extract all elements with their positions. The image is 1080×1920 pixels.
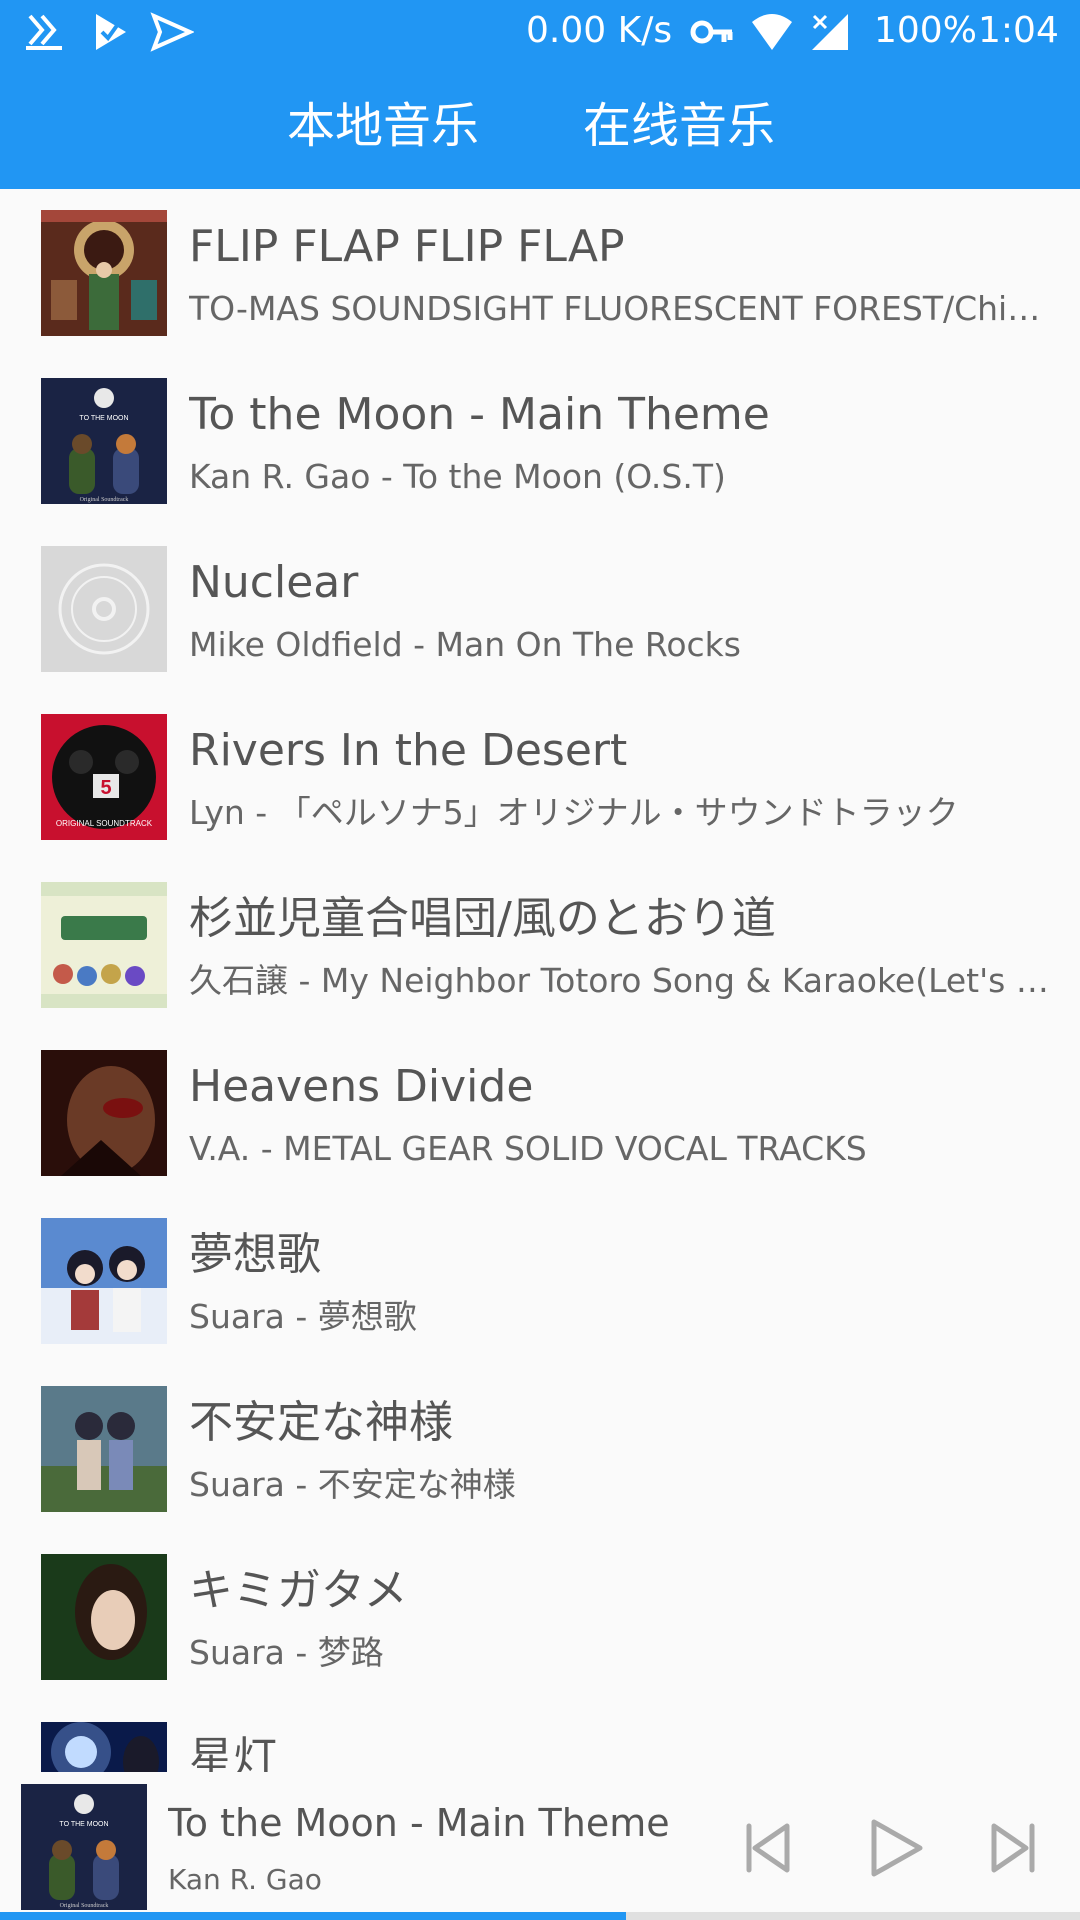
song-subtitle: Suara - 夢想歌 [189, 1297, 417, 1336]
play-icon[interactable] [860, 1812, 932, 1884]
song-title: To the Moon - Main Theme [189, 389, 770, 440]
song-title: Rivers In the Desert [189, 725, 628, 776]
download-icon [26, 14, 62, 50]
now-playing-artist: Kan R. Gao [168, 1863, 322, 1896]
song-subtitle: Mike Oldfield - Man On The Rocks [189, 625, 741, 664]
send-icon [150, 12, 194, 52]
now-playing-title: To the Moon - Main Theme [168, 1801, 670, 1845]
check-flag-icon [96, 14, 126, 50]
cover-caption: Original Soundtrack [60, 1903, 109, 1909]
album-cover: TO THE MOON Original Soundtrack [41, 378, 167, 504]
album-cover [41, 1554, 167, 1680]
song-subtitle: Lyn - 「ペルソナ5」オリジナル・サウンドトラック [189, 793, 959, 832]
cover-text: TO THE MOON [59, 1821, 108, 1828]
next-icon[interactable] [976, 1812, 1048, 1884]
song-row[interactable]: Nuclear Mike Oldfield - Man On The Rocks [0, 525, 1080, 693]
wifi-icon [752, 14, 792, 50]
cover-text: TO THE MOON [79, 415, 128, 422]
net-speed: 0.00 K/s [526, 10, 673, 51]
song-subtitle: 久石譲 - My Neighbor Totoro Song & Karaoke(… [189, 961, 1069, 1000]
cover-caption: Original Soundtrack [80, 497, 129, 503]
default-disc-icon [41, 546, 167, 672]
app-bar: 0.00 K/s 100% 1:04 本地音乐 在线音乐 [0, 0, 1080, 189]
song-title: 杉並児童合唱団/風のとおり道 [189, 893, 776, 944]
song-row[interactable]: 杉並児童合唱団/風のとおり道 久石譲 - My Neighbor Totoro … [0, 861, 1080, 1029]
now-playing-cover[interactable]: TO THE MOON Original Soundtrack [21, 1784, 147, 1910]
song-title: FLIP FLAP FLIP FLAP [189, 221, 625, 272]
song-row[interactable]: キミガタメ Suara - 梦路 [0, 1533, 1080, 1701]
mini-player[interactable]: TO THE MOON Original Soundtrack To the M… [0, 1772, 1080, 1920]
tab-local-music[interactable]: 本地音乐 [287, 94, 479, 158]
song-subtitle: TO-MAS SOUNDSIGHT FLUORESCENT FOREST/Chi… [189, 289, 1041, 328]
song-title: Nuclear [189, 557, 359, 608]
cell-signal-icon [812, 14, 848, 50]
album-cover [41, 210, 167, 336]
song-title: 星灯 [189, 1733, 277, 1772]
svg-text:5: 5 [100, 777, 111, 799]
tab-online-music[interactable]: 在线音乐 [583, 94, 775, 158]
song-subtitle: V.A. - METAL GEAR SOLID VOCAL TRACKS [189, 1129, 867, 1168]
progress-fill [0, 1912, 627, 1920]
song-title: 夢想歌 [189, 1229, 321, 1280]
song-title: 不安定な神様 [189, 1397, 453, 1448]
song-row[interactable]: TO THE MOON Original Soundtrack To the M… [0, 357, 1080, 525]
song-title: Heavens Divide [189, 1061, 534, 1112]
status-bar: 0.00 K/s 100% 1:04 [0, 0, 1080, 64]
song-list[interactable]: FLIP FLAP FLIP FLAP TO-MAS SOUNDSIGHT FL… [0, 189, 1080, 1772]
song-row[interactable]: 5 ORIGINAL SOUNDTRACK Rivers In the Dese… [0, 693, 1080, 861]
album-cover [41, 1722, 167, 1772]
album-cover [41, 1218, 167, 1344]
battery-level: 100% [874, 10, 977, 51]
song-subtitle: Kan R. Gao - To the Moon (O.S.T) [189, 457, 726, 496]
tab-bar: 本地音乐 在线音乐 [0, 64, 1080, 189]
playback-progress[interactable] [0, 1912, 1080, 1920]
song-row[interactable]: 夢想歌 Suara - 夢想歌 [0, 1197, 1080, 1365]
album-cover [41, 1386, 167, 1512]
song-row[interactable]: 星灯 [0, 1701, 1080, 1772]
song-title: キミガタメ [189, 1565, 408, 1616]
song-subtitle: Suara - 不安定な神様 [189, 1465, 516, 1504]
album-cover [41, 882, 167, 1008]
album-cover: 5 ORIGINAL SOUNDTRACK [41, 714, 167, 840]
song-row[interactable]: 不安定な神様 Suara - 不安定な神様 [0, 1365, 1080, 1533]
song-row[interactable]: FLIP FLAP FLIP FLAP TO-MAS SOUNDSIGHT FL… [0, 189, 1080, 357]
vpn-key-icon [690, 20, 733, 44]
clock: 1:04 [978, 10, 1059, 51]
album-cover [41, 1050, 167, 1176]
song-subtitle: Suara - 梦路 [189, 1633, 384, 1672]
song-row[interactable]: Heavens Divide V.A. - METAL GEAR SOLID V… [0, 1029, 1080, 1197]
cover-caption: ORIGINAL SOUNDTRACK [56, 819, 153, 828]
previous-icon[interactable] [733, 1812, 805, 1884]
